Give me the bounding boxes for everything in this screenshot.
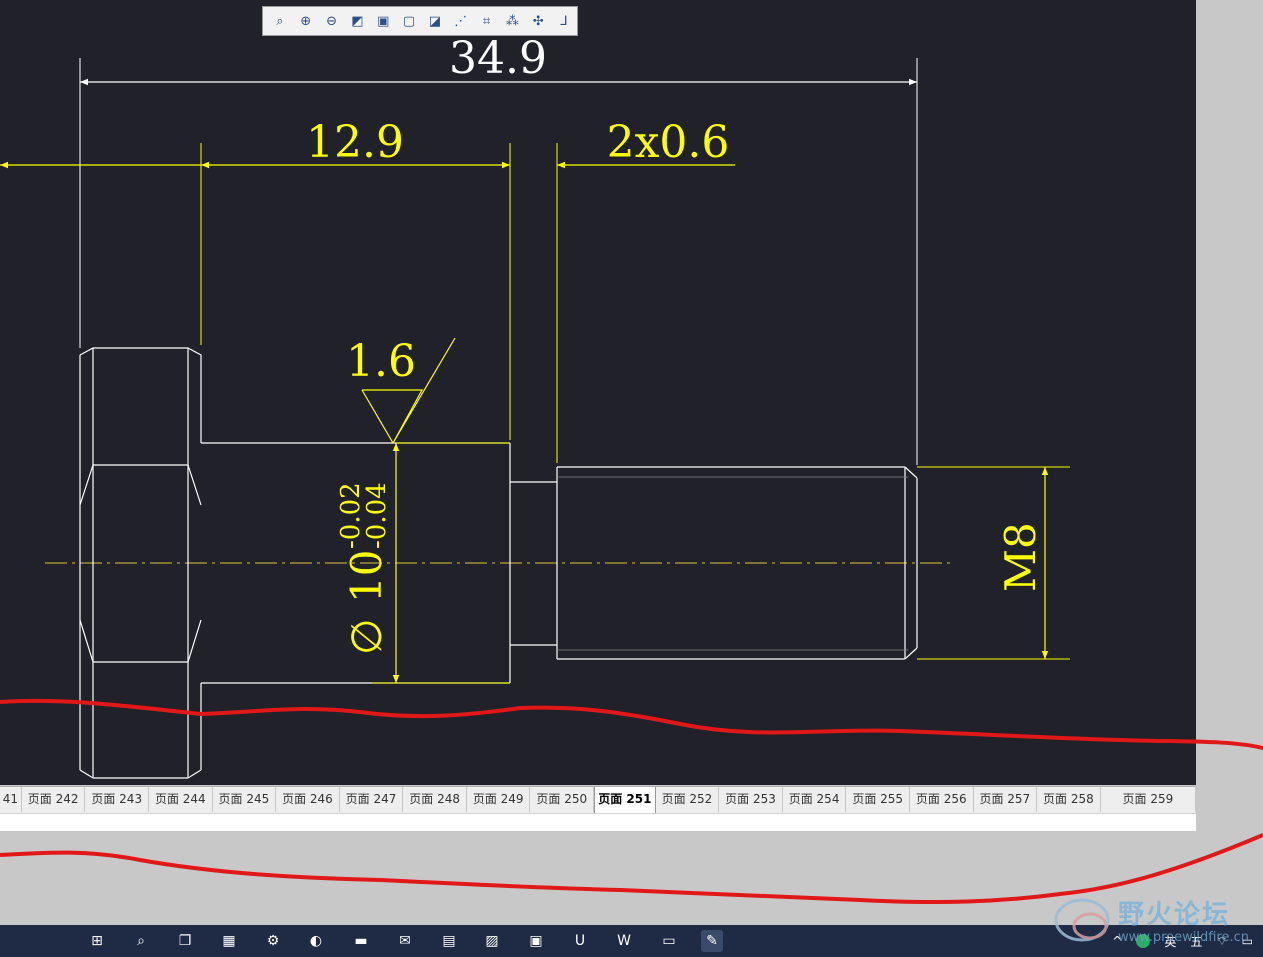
page-tab[interactable]: 页面 252 <box>656 787 720 812</box>
edge-browser-icon[interactable]: ◐ <box>305 930 327 952</box>
page-tab[interactable]: 页面 248 <box>403 787 467 812</box>
pc-manager-icon[interactable]: U <box>569 930 591 952</box>
page-tab[interactable]: 41 <box>0 787 22 812</box>
status-strip <box>0 813 1196 831</box>
dim-thread-text: M8 <box>996 522 1045 592</box>
coordinate-system-icon[interactable]: ✣ <box>525 9 551 33</box>
calculator-icon[interactable]: ▤ <box>438 930 460 952</box>
page-tab[interactable]: 页面 245 <box>213 787 277 812</box>
zoom-in-icon[interactable]: ⊕ <box>293 9 319 33</box>
page-tab[interactable]: 页面 258 <box>1037 787 1101 812</box>
dim-shoulder[interactable]: 12.9 <box>0 117 511 440</box>
drawing-canvas[interactable]: 34.9 12.9 2x0.6 1.6 ∅ 10 -0.02 -0.04 M8 … <box>0 0 1196 785</box>
dim-diameter-symbol: ∅ <box>342 618 391 655</box>
zoom-out-icon[interactable]: ⊖ <box>319 9 345 33</box>
right-panel-background <box>1196 0 1263 830</box>
photos-icon[interactable]: ▨ <box>481 930 503 952</box>
page-tab[interactable]: 页面 256 <box>910 787 974 812</box>
page-tab[interactable]: 页面 255 <box>846 787 910 812</box>
task-view-icon[interactable]: ❐ <box>174 930 196 952</box>
page-tab[interactable]: 页面 257 <box>974 787 1038 812</box>
drawing-sheet[interactable]: 34.9 12.9 2x0.6 1.6 ∅ 10 -0.02 -0.04 M8 <box>0 0 1196 785</box>
graphics-toolbar: ⌕ ⊕ ⊖ ◩ ▣ ▢ ◪ ⋰ ⌗ ⁂ ✣ ⅃ <box>262 6 578 36</box>
dim-tol-lower: -0.04 <box>362 482 392 549</box>
page-tab[interactable]: 页面 249 <box>467 787 531 812</box>
forum-watermark: 野火论坛 www.proewildfire.cn <box>1052 890 1260 950</box>
view-wireframe-icon[interactable]: ▢ <box>396 9 422 33</box>
page-tab[interactable]: 页面 243 <box>85 787 150 812</box>
dim-overall-text: 34.9 <box>449 33 547 84</box>
page-tab[interactable]: 页面 246 <box>276 787 340 812</box>
view-hidden-icon[interactable]: ◪ <box>422 9 448 33</box>
word-icon[interactable]: W <box>613 930 635 952</box>
zoom-window-icon[interactable]: ⌕ <box>267 9 293 33</box>
widgets-icon[interactable]: ▦ <box>218 930 240 952</box>
page-tab[interactable]: 页面 244 <box>149 787 213 812</box>
surface-roughness-text: 1.6 <box>346 336 416 387</box>
store-icon[interactable]: ▣ <box>525 930 547 952</box>
settings-icon[interactable]: ⚙ <box>262 930 284 952</box>
view-shaded-icon[interactable]: ◩ <box>344 9 370 33</box>
datum-axes-icon[interactable]: ⌗ <box>474 9 500 33</box>
page-tab[interactable]: 页面 242 <box>22 787 86 812</box>
datum-points-icon[interactable]: ⁂ <box>499 9 525 33</box>
page-tab[interactable]: 页面 253 <box>719 787 783 812</box>
dim-chamfer-text: 2x0.6 <box>607 117 730 168</box>
page-tab-bar: 41 页面 242 页面 243 页面 244 页面 245 页面 246 页面 247 页面… <box>0 786 1197 814</box>
mail-icon[interactable]: ✉ <box>394 930 416 952</box>
search-icon[interactable]: ⌕ <box>130 930 152 952</box>
dim-chamfer[interactable]: 2x0.6 <box>556 117 735 463</box>
creo-app-icon[interactable]: ✎ <box>701 930 723 952</box>
start-icon[interactable]: ⊞ <box>86 930 108 952</box>
watermark-title: 野火论坛 <box>1118 900 1231 930</box>
remote-desktop-icon[interactable]: ▭ <box>658 930 680 952</box>
annotation-display-icon[interactable]: ⅃ <box>551 9 577 33</box>
file-explorer-icon[interactable]: ▬ <box>350 930 372 952</box>
dim-diameter-text: 10 <box>342 550 391 603</box>
dim-overall[interactable]: 34.9 <box>79 33 918 465</box>
page-tab[interactable]: 页面 250 <box>530 787 595 812</box>
datum-planes-icon[interactable]: ⋰ <box>448 9 474 33</box>
surface-roughness-symbol[interactable]: 1.6 <box>346 336 456 444</box>
page-tab[interactable]: 页面 247 <box>340 787 404 812</box>
page-tab[interactable]: 页面 251 <box>594 787 656 814</box>
page-tab[interactable]: 页面 259 <box>1101 787 1197 812</box>
page-tab[interactable]: 页面 254 <box>783 787 847 812</box>
watermark-url: www.proewildfire.cn <box>1118 930 1249 945</box>
view-cube-icon[interactable]: ▣ <box>370 9 396 33</box>
watermark-logo-icon <box>1054 898 1110 942</box>
dim-shoulder-text: 12.9 <box>306 117 404 168</box>
